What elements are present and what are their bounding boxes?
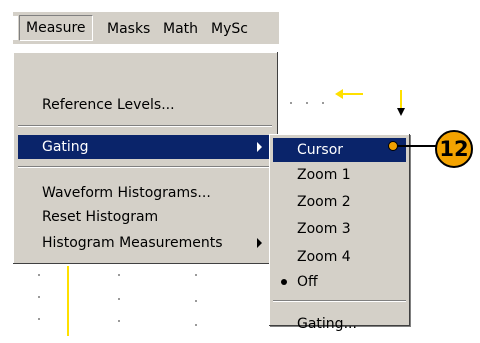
trigger-marker-icon: [397, 108, 405, 116]
submenu-item-zoom-3[interactable]: Zoom 3: [273, 217, 406, 241]
submenu-item-zoom-4[interactable]: Zoom 4: [273, 245, 406, 269]
submenu-item-off[interactable]: Off: [273, 270, 406, 294]
waveform-trace: [400, 90, 402, 108]
submenu-item-label: Off: [297, 274, 318, 290]
callout-number-badge: 12: [435, 130, 473, 168]
submenu-item-gating-settings[interactable]: Gating...: [273, 312, 406, 336]
callout-pointer-dot: [388, 141, 398, 151]
selected-bullet-icon: [281, 279, 287, 285]
submenu-separator: [273, 300, 406, 302]
callout-leader-line: [392, 145, 440, 147]
submenu-item-cursor[interactable]: Cursor: [273, 138, 406, 162]
submenu-item-zoom-2[interactable]: Zoom 2: [273, 190, 406, 214]
cursor-arrow-icon: [335, 89, 363, 99]
submenu-item-zoom-1[interactable]: Zoom 1: [273, 163, 406, 187]
waveform-trace: [67, 266, 69, 336]
